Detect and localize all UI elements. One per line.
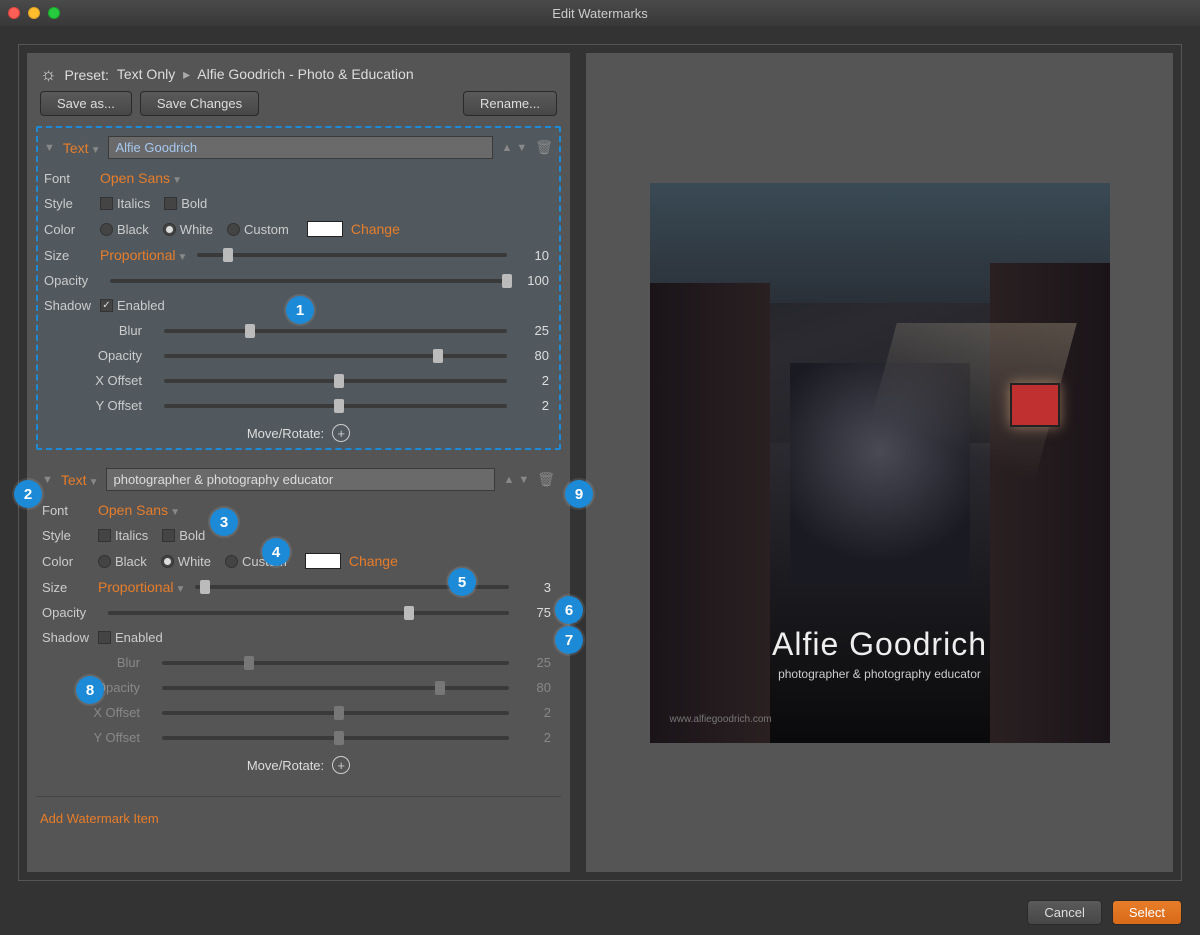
bold-checkbox[interactable] <box>164 197 177 210</box>
shadow-opacity-slider[interactable] <box>162 686 509 690</box>
font-dropdown[interactable]: Open Sans▼ <box>100 170 182 186</box>
save-as-button[interactable]: Save as... <box>40 91 132 116</box>
add-transform-icon[interactable]: + <box>332 424 350 442</box>
preview-watermark-sub: photographer & photography educator <box>650 667 1110 681</box>
callout-8: 8 <box>76 676 104 704</box>
italics-checkbox[interactable] <box>100 197 113 210</box>
callout-2: 2 <box>14 480 42 508</box>
trash-icon[interactable]: 🗑 <box>535 139 553 156</box>
shadow-xoffset-slider[interactable] <box>164 379 507 383</box>
move-down-icon[interactable]: ▼ <box>518 474 529 486</box>
opacity-slider[interactable] <box>110 279 507 283</box>
callout-3: 3 <box>210 508 238 536</box>
callout-6: 6 <box>555 596 583 624</box>
shadow-enabled-checkbox[interactable] <box>98 631 111 644</box>
window-title: Edit Watermarks <box>0 6 1200 21</box>
preset-label: Preset: <box>65 67 109 83</box>
rename-button[interactable]: Rename... <box>463 91 557 116</box>
shadow-xoffset-slider[interactable] <box>162 711 509 715</box>
color-white-radio[interactable] <box>163 223 176 236</box>
color-black-radio[interactable] <box>100 223 113 236</box>
collapse-icon[interactable]: ▼ <box>44 142 55 154</box>
color-swatch[interactable] <box>305 553 341 569</box>
preset-breadcrumb[interactable]: Text Only ▸ Alfie Goodrich - Photo & Edu… <box>117 66 414 83</box>
shadow-opacity-slider[interactable] <box>164 354 507 358</box>
preview-watermark-main: Alfie Goodrich <box>650 626 1110 663</box>
move-rotate-label: Move/Rotate: <box>247 758 324 773</box>
callout-1: 1 <box>286 296 314 324</box>
titlebar: Edit Watermarks <box>0 0 1200 26</box>
add-watermark-item-link[interactable]: Add Watermark Item <box>36 805 561 832</box>
move-rotate-label: Move/Rotate: <box>247 426 324 441</box>
shadow-yoffset-slider[interactable] <box>164 404 507 408</box>
shadow-yoffset-slider[interactable] <box>162 736 509 740</box>
dialog-footer: Cancel Select <box>1027 900 1182 925</box>
shadow-blur-slider[interactable] <box>162 661 509 665</box>
color-white-radio[interactable] <box>161 555 174 568</box>
save-changes-button[interactable]: Save Changes <box>140 91 259 116</box>
divider <box>36 796 561 797</box>
item-type-dropdown[interactable]: Text▼ <box>63 140 101 156</box>
move-up-icon[interactable]: ▲ <box>503 474 514 486</box>
color-custom-radio[interactable] <box>225 555 238 568</box>
callout-9: 9 <box>565 480 593 508</box>
size-slider[interactable] <box>197 253 507 257</box>
bold-checkbox[interactable] <box>162 529 175 542</box>
preview-watermark-url: www.alfiegoodrich.com <box>670 714 772 725</box>
move-up-icon[interactable]: ▲ <box>501 142 512 154</box>
callout-4: 4 <box>262 538 290 566</box>
gear-icon[interactable]: ☼ <box>40 64 57 85</box>
callout-5: 5 <box>448 568 476 596</box>
trash-icon[interactable]: 🗑 <box>537 471 555 488</box>
watermark-text-input[interactable] <box>108 136 493 159</box>
chevron-right-icon: ▸ <box>179 66 194 82</box>
preview-image: Alfie Goodrich photographer & photograph… <box>650 183 1110 743</box>
move-down-icon[interactable]: ▼ <box>516 142 527 154</box>
callout-7: 7 <box>555 626 583 654</box>
preview-panel: Alfie Goodrich photographer & photograph… <box>586 53 1173 872</box>
change-color-link[interactable]: Change <box>349 553 398 569</box>
settings-panel: ☼ Preset: Text Only ▸ Alfie Goodrich - P… <box>27 53 570 872</box>
color-custom-radio[interactable] <box>227 223 240 236</box>
change-color-link[interactable]: Change <box>351 221 400 237</box>
size-mode-dropdown[interactable]: Proportional▼ <box>98 579 185 595</box>
shadow-enabled-checkbox[interactable] <box>100 299 113 312</box>
shadow-blur-slider[interactable] <box>164 329 507 333</box>
color-black-radio[interactable] <box>98 555 111 568</box>
opacity-slider[interactable] <box>108 611 509 615</box>
item-type-dropdown[interactable]: Text▼ <box>61 472 99 488</box>
content-frame: ☼ Preset: Text Only ▸ Alfie Goodrich - P… <box>18 44 1182 881</box>
watermark-section-2: ▼ Text▼ ▲ ▼ 🗑 Font Open Sans▼ <box>36 460 561 780</box>
italics-checkbox[interactable] <box>98 529 111 542</box>
select-button[interactable]: Select <box>1112 900 1182 925</box>
color-swatch[interactable] <box>307 221 343 237</box>
watermark-text-input[interactable] <box>106 468 495 491</box>
add-transform-icon[interactable]: + <box>332 756 350 774</box>
watermark-section-1: ▼ Text▼ ▲ ▼ 🗑 Font Open Sans▼ <box>36 126 561 450</box>
collapse-icon[interactable]: ▼ <box>42 474 53 486</box>
font-dropdown[interactable]: Open Sans▼ <box>98 502 180 518</box>
cancel-button[interactable]: Cancel <box>1027 900 1101 925</box>
size-mode-dropdown[interactable]: Proportional▼ <box>100 247 187 263</box>
